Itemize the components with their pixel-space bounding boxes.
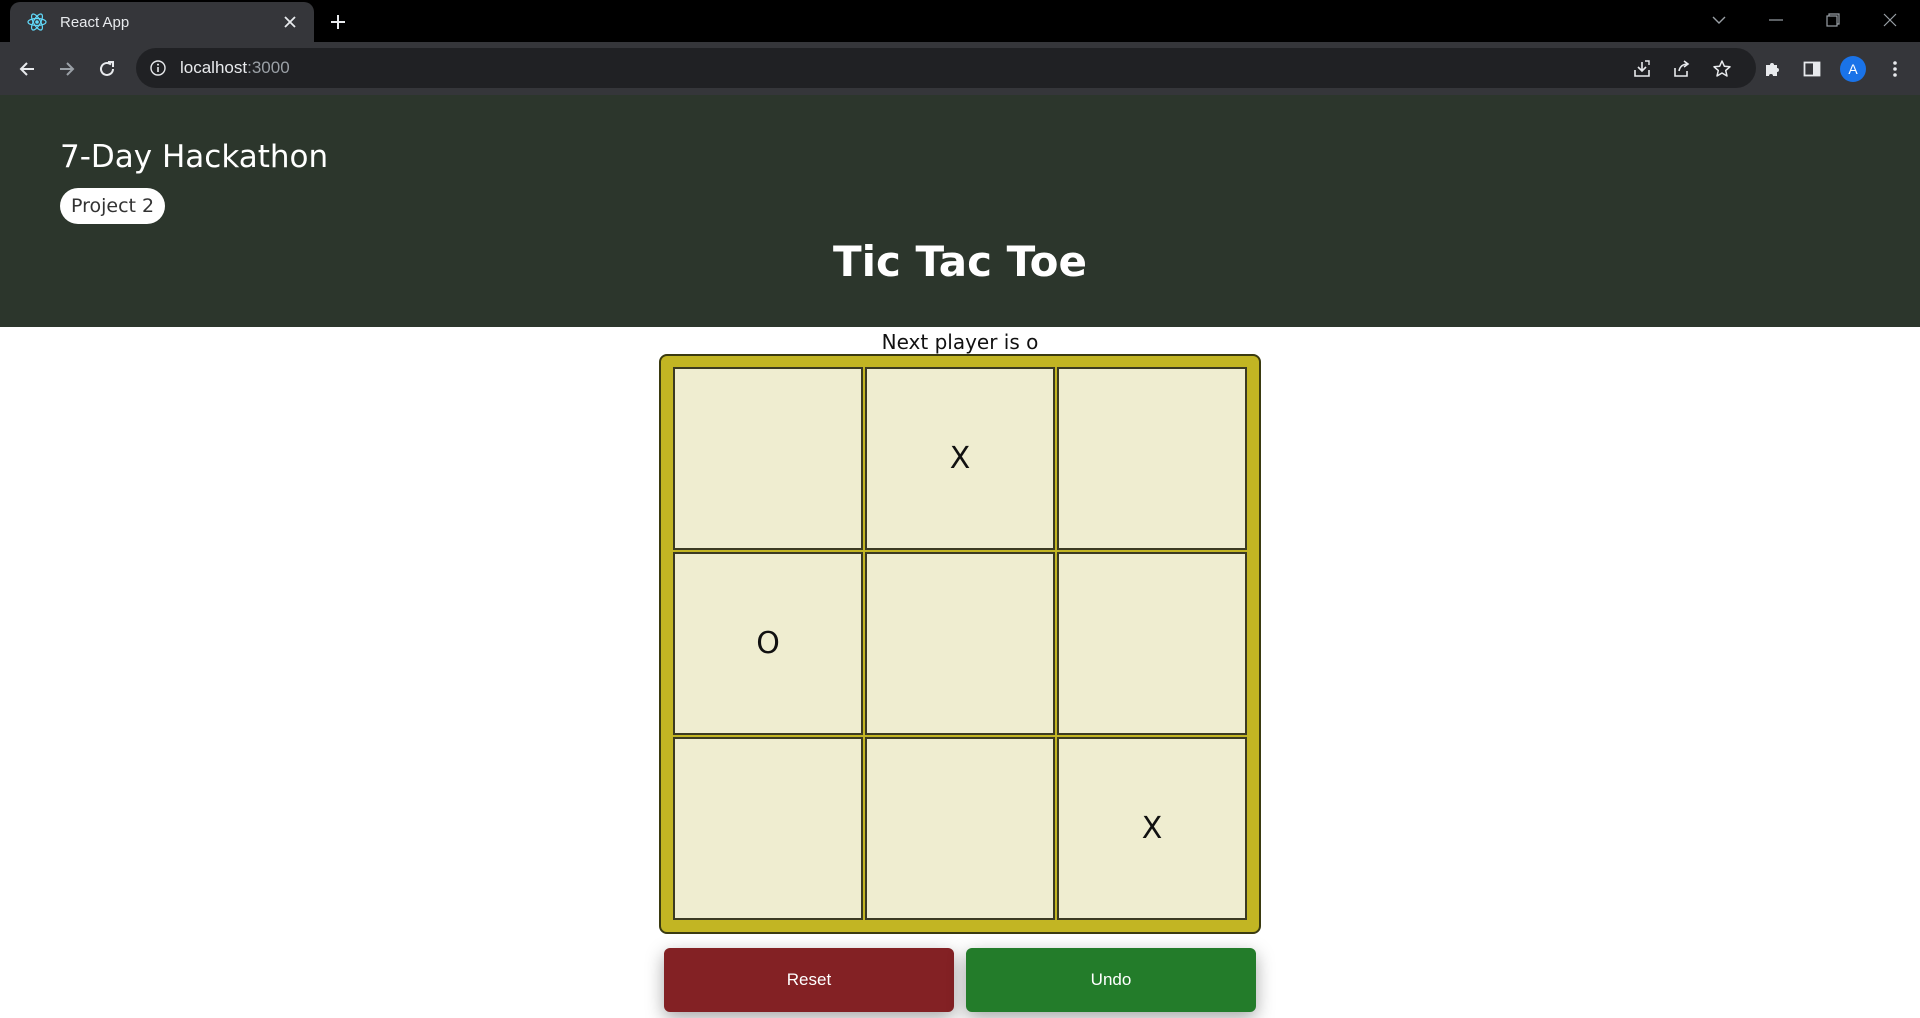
side-panel-icon[interactable] [1797,54,1827,84]
install-icon[interactable] [1627,54,1657,84]
tab-title: React App [60,13,130,31]
board-cell[interactable]: X [865,367,1055,550]
project-badge: Project 2 [60,188,166,224]
browser-tab[interactable]: React App [10,2,314,42]
board-cell[interactable] [1057,552,1247,735]
react-icon [26,11,48,33]
menu-icon[interactable] [1880,54,1910,84]
share-icon[interactable] [1667,54,1697,84]
reload-icon[interactable] [91,53,123,85]
back-arrow-icon[interactable] [11,53,43,85]
undo-button[interactable]: Undo [966,948,1256,1012]
url-host: localhost [180,58,248,77]
restore-icon[interactable] [1805,0,1861,40]
board-cell[interactable] [673,737,863,920]
forward-arrow-icon[interactable] [51,53,83,85]
next-player-status: Next player is o [881,330,1039,354]
info-icon[interactable] [150,60,166,76]
board-cell[interactable] [1057,367,1247,550]
brand-title: 7-Day Hackathon [60,139,329,175]
board-cell[interactable]: O [673,552,863,735]
address-bar[interactable]: localhost:3000 [136,48,1756,88]
board-cell[interactable] [865,737,1055,920]
reset-button[interactable]: Reset [664,948,954,1012]
plus-icon[interactable] [324,8,352,36]
browser-tabstrip: React App [0,0,1920,42]
star-icon[interactable] [1707,54,1737,84]
browser-toolbar: localhost:3000 A [0,42,1920,95]
board-cell[interactable]: X [1057,737,1247,920]
puzzle-icon[interactable] [1757,54,1787,84]
game-board: X O X [659,354,1261,934]
tab-search-icon[interactable] [1691,0,1747,40]
avatar-letter: A [1840,56,1866,82]
profile-avatar[interactable]: A [1838,54,1868,84]
board-cell[interactable] [673,367,863,550]
minimize-icon[interactable] [1748,0,1804,40]
page-header: 7-Day Hackathon Project 2 Tic Tac Toe [0,95,1920,327]
close-icon[interactable] [278,10,302,34]
board-cell[interactable] [865,552,1055,735]
url-port: :3000 [247,58,290,77]
page-title: Tic Tac Toe [832,237,1088,286]
close-window-icon[interactable] [1862,0,1918,40]
